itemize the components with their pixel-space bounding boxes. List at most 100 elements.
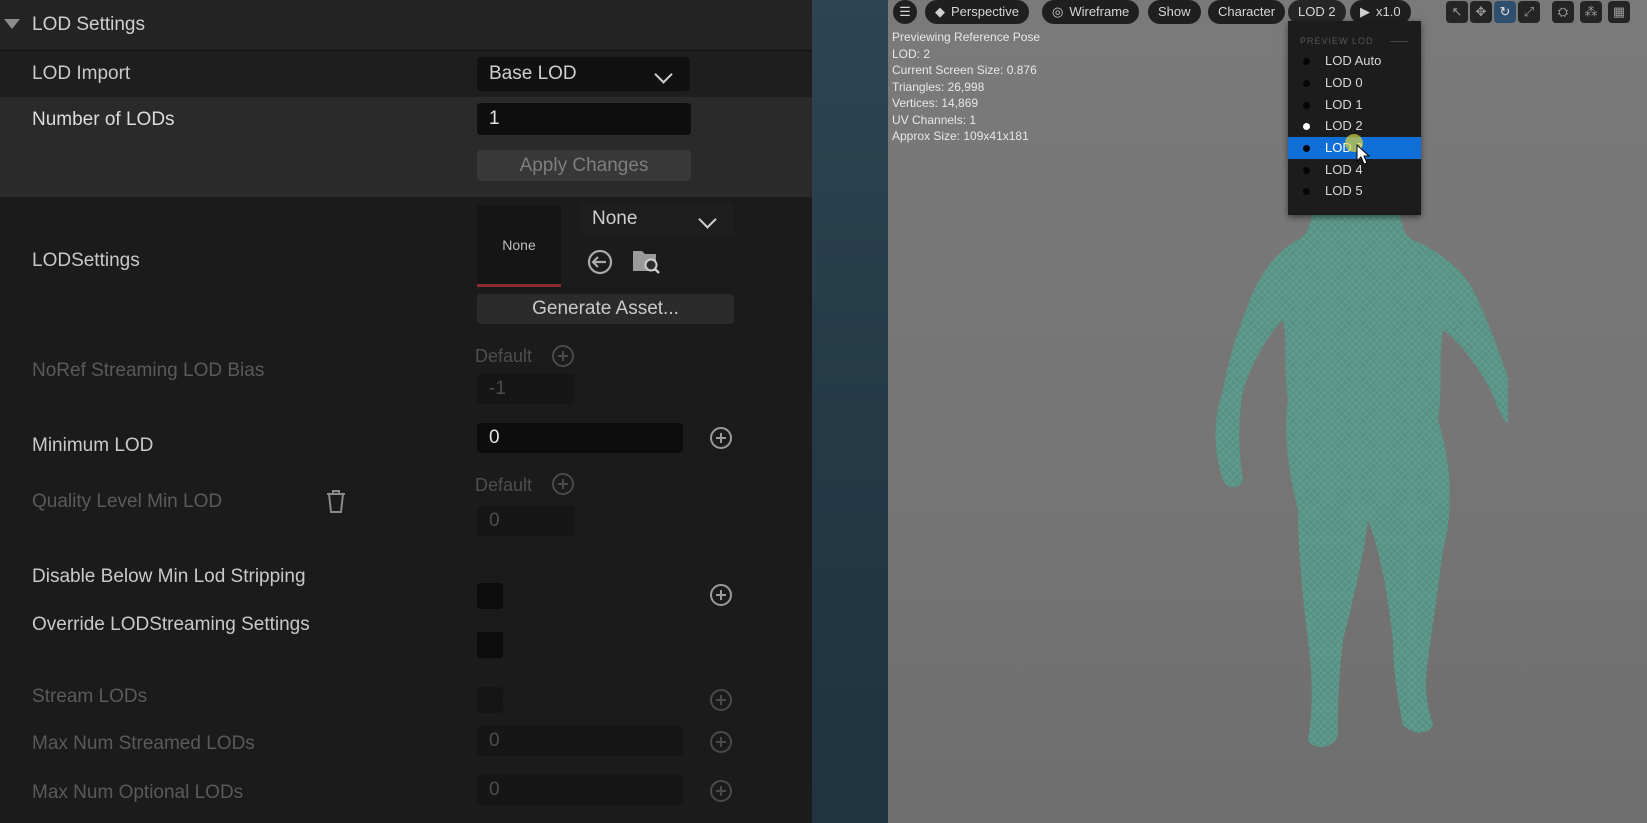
- lod-menu-item[interactable]: LOD 0: [1288, 72, 1421, 94]
- trash-icon[interactable]: [323, 487, 349, 515]
- details-panel: LOD Settings LOD Import Base LOD Number …: [0, 0, 812, 823]
- chevron-down-icon: [654, 65, 673, 84]
- lod-settings-header[interactable]: LOD Settings: [0, 0, 812, 51]
- chevron-down-icon: [698, 210, 717, 229]
- lod-settings-label: LODSettings: [32, 250, 140, 271]
- cube-icon: ◆: [935, 4, 945, 19]
- grid-icon[interactable]: ▦: [1608, 1, 1630, 23]
- noref-bias-label: NoRef Streaming LOD Bias: [32, 360, 265, 381]
- disable-below-row: Disable Below Min Lod Stripping: [0, 558, 812, 609]
- info-line: Triangles: 26,998: [892, 79, 985, 94]
- perspective-button[interactable]: ◆ Perspective: [925, 0, 1029, 24]
- asset-thumbnail[interactable]: None: [477, 206, 561, 287]
- override-streaming-label: Override LODStreaming Settings: [32, 614, 310, 635]
- add-override-icon[interactable]: [552, 345, 574, 367]
- disable-below-label: Disable Below Min Lod Stripping: [32, 566, 306, 587]
- quality-default-label: Default: [475, 475, 533, 495]
- info-line: UV Channels: 1: [892, 112, 977, 127]
- asset-picker-value: None: [592, 208, 638, 229]
- add-per-platform-icon[interactable]: [710, 427, 732, 449]
- number-of-lods-input[interactable]: 1: [477, 103, 691, 135]
- lod-menu-item-label: LOD 1: [1325, 97, 1363, 112]
- mouse-cursor-icon: [1345, 134, 1371, 165]
- viewport-menu-button[interactable]: ☰: [893, 0, 917, 24]
- max-optional-input[interactable]: 0: [477, 775, 683, 805]
- lod-settings-asset-picker[interactable]: None: [580, 202, 734, 236]
- lod-menu-item[interactable]: LOD 1: [1288, 94, 1421, 116]
- menu-header-divider: [1390, 41, 1408, 42]
- quality-min-lod-input[interactable]: 0: [477, 506, 575, 536]
- number-of-lods-label: Number of LODs: [32, 109, 175, 130]
- lod-menu-item[interactable]: LOD 5: [1288, 180, 1421, 202]
- use-selected-asset-icon[interactable]: [586, 248, 616, 276]
- info-line: Vertices: 14,869: [892, 96, 979, 110]
- stream-lods-label: Stream LODs: [32, 686, 148, 707]
- perspective-label: Perspective: [951, 4, 1019, 19]
- info-line: LOD: 2: [892, 46, 931, 61]
- number-of-lods-row: Number of LODs 1 Apply Changes: [0, 97, 812, 197]
- scale-tool-icon[interactable]: ⤢: [1518, 1, 1540, 23]
- lod-import-value: Base LOD: [489, 63, 577, 84]
- lod-menu-item-label: LOD Auto: [1325, 53, 1382, 68]
- select-tool-icon[interactable]: ↖: [1446, 1, 1468, 23]
- browse-asset-icon[interactable]: [630, 244, 662, 276]
- radio-dot-icon: [1303, 167, 1310, 174]
- generate-asset-button[interactable]: Generate Asset...: [477, 294, 734, 324]
- wireframe-label: Wireframe: [1069, 4, 1130, 19]
- sphere-icon: ◎: [1052, 4, 1064, 19]
- max-streamed-input[interactable]: 0: [477, 726, 683, 756]
- radio-dot-selected-icon: [1303, 123, 1310, 130]
- info-line: Previewing Reference Pose: [892, 30, 1041, 44]
- wireframe-button[interactable]: ◎ Wireframe: [1042, 0, 1140, 24]
- add-per-platform-icon[interactable]: [710, 780, 732, 802]
- radio-dot-icon: [1303, 145, 1310, 152]
- add-override-icon[interactable]: [552, 473, 574, 495]
- add-per-platform-icon[interactable]: [710, 689, 732, 711]
- max-optional-label: Max Num Optional LODs: [32, 782, 244, 803]
- rotate-tool-icon[interactable]: ↻: [1494, 1, 1516, 23]
- viewport-info: Previewing Reference Pose LOD: 2 Current…: [892, 29, 1040, 145]
- info-line: Approx Size: 109x41x181: [892, 129, 1029, 143]
- menu-header: PREVIEW LOD: [1300, 36, 1374, 46]
- viewport-border: [812, 0, 888, 823]
- lod-menu-item-label: LOD 0: [1325, 75, 1363, 90]
- camera-speed-icon[interactable]: ⛭: [1552, 1, 1574, 23]
- apply-changes-button[interactable]: Apply Changes: [477, 150, 691, 181]
- preview-viewport[interactable]: ☰ ◆ Perspective ◎ Wireframe Show Character…: [888, 0, 1647, 823]
- info-line: Current Screen Size: 0.876: [892, 63, 1037, 77]
- minimum-lod-input[interactable]: 0: [477, 423, 683, 453]
- section-title: LOD Settings: [32, 14, 145, 35]
- lod-settings-asset-row: LODSettings None None Generate Asset...: [0, 198, 812, 343]
- play-speed-label: x1.0: [1376, 4, 1401, 19]
- add-per-platform-icon[interactable]: [710, 584, 732, 606]
- max-streamed-row: Max Num Streamed LODs 0: [0, 726, 812, 774]
- lod-import-label: LOD Import: [32, 63, 131, 84]
- character-button[interactable]: Character: [1208, 0, 1286, 24]
- stream-lods-row: Stream LODs: [0, 652, 812, 713]
- quality-min-lod-row: Default Quality Level Min LOD 0: [0, 473, 812, 558]
- stream-lods-checkbox[interactable]: [477, 687, 503, 713]
- add-per-platform-icon[interactable]: [710, 731, 732, 753]
- radio-dot-icon: [1303, 80, 1310, 87]
- lod-label: LOD 2: [1298, 4, 1336, 19]
- hamburger-icon: ☰: [899, 4, 911, 19]
- lod-menu-item[interactable]: LOD Auto: [1288, 50, 1421, 72]
- quality-min-lod-label: Quality Level Min LOD: [32, 491, 223, 512]
- show-button[interactable]: Show: [1148, 0, 1201, 24]
- character-mesh: [1215, 198, 1508, 747]
- radio-dot-icon: [1303, 102, 1310, 109]
- noref-bias-row: Default NoRef Streaming LOD Bias -1: [0, 343, 812, 423]
- noref-default-label: Default: [475, 346, 533, 366]
- max-optional-row: Max Num Optional LODs 0: [0, 775, 812, 823]
- lod-import-dropdown[interactable]: Base LOD: [477, 57, 690, 91]
- radio-dot-icon: [1303, 58, 1310, 65]
- noref-bias-input[interactable]: -1: [477, 374, 575, 404]
- lod-import-row: LOD Import Base LOD: [0, 51, 812, 97]
- minimum-lod-label: Minimum LOD: [32, 435, 154, 456]
- snap-icon[interactable]: ⁂: [1580, 1, 1602, 23]
- collapse-arrow-icon[interactable]: [4, 19, 20, 29]
- character-label: Character: [1218, 4, 1276, 19]
- preview-lod-menu: PREVIEW LOD LOD Auto LOD 0 LOD 1 LOD 2 L…: [1288, 21, 1421, 215]
- max-streamed-label: Max Num Streamed LODs: [32, 733, 255, 754]
- translate-tool-icon[interactable]: ✥: [1470, 1, 1492, 23]
